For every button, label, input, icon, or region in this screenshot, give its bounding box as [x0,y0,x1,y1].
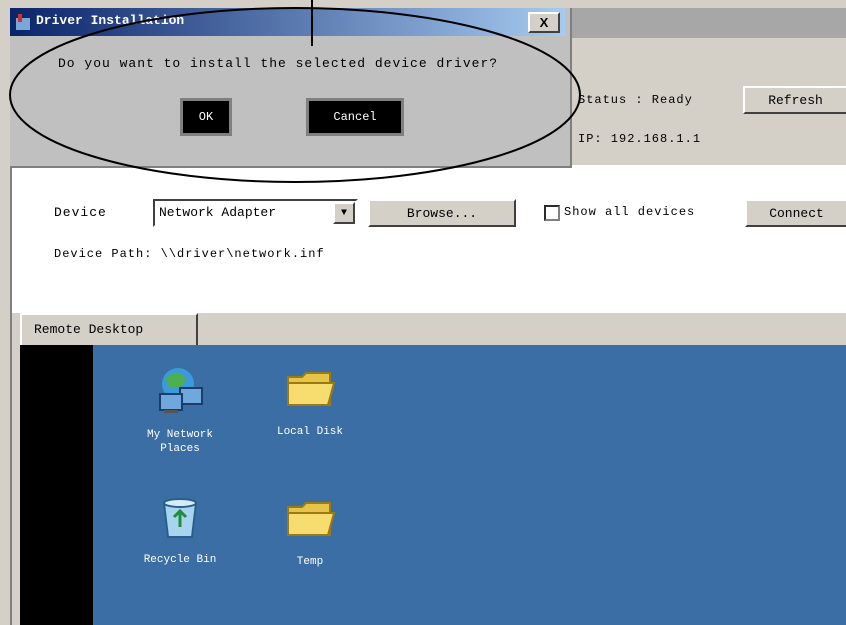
cancel-button[interactable]: Cancel [306,98,404,136]
dialog-message: Do you want to install the selected devi… [58,56,499,71]
connect-button[interactable]: Connect [745,199,846,227]
ok-button[interactable]: OK [180,98,232,136]
chevron-down-icon[interactable]: ▼ [333,202,355,224]
device-label: Device [54,205,107,220]
device-panel [10,165,846,313]
recycle-bin-icon [162,498,198,538]
folder-icon [287,502,336,536]
device-select[interactable]: Network Adapter ▼ [153,199,358,227]
show-all-label: Show all devices [564,205,696,219]
desktop-icon-recycle-bin[interactable]: Recycle Bin [115,493,245,567]
app-icon [16,14,30,30]
panel-divider [10,165,12,625]
desktop-icon-network[interactable]: My Network Places [115,360,245,456]
status-label: Status : Ready [578,93,693,107]
network-places-icon [159,368,203,413]
desktop-icon-temp[interactable]: Temp [245,495,375,569]
device-path-label: Device Path: \\driver\network.inf [54,247,325,261]
browse-button[interactable]: Browse... [368,199,516,227]
device-select-value: Network Adapter [159,205,277,220]
remote-desktop-view[interactable]: My Network Places Local Disk Recycle Bin [20,345,846,625]
show-all-checkbox[interactable] [544,205,560,221]
main-window-titlebar [565,8,846,38]
tab-remote-desktop[interactable]: Remote Desktop [20,313,198,345]
refresh-button[interactable]: Refresh [743,86,846,114]
dialog-title: Driver Installation [36,13,185,28]
confirm-dialog: Driver Installation X Do you want to ins… [10,8,572,168]
folder-icon [287,372,336,406]
close-button[interactable]: X [528,12,560,33]
address-label: IP: 192.168.1.1 [578,132,702,146]
dialog-titlebar: Driver Installation X [10,8,565,36]
remote-desktop-border [20,345,93,625]
desktop-icon-local-disk[interactable]: Local Disk [245,365,375,439]
close-icon: X [539,15,549,30]
annotation-line [311,0,313,46]
